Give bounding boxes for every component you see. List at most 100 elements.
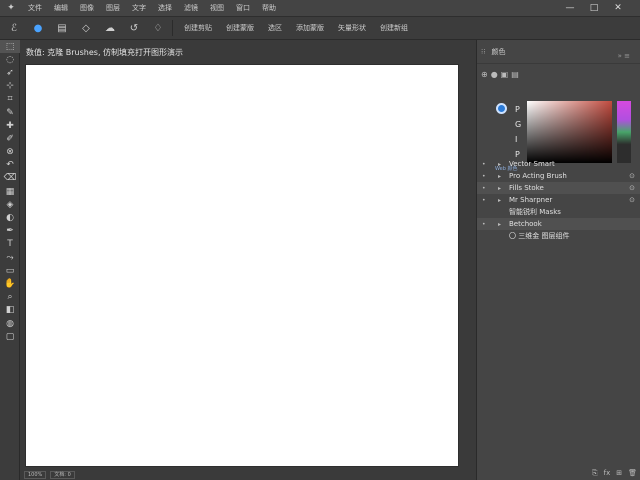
new-layer-icon[interactable]: ⊞ — [616, 469, 622, 477]
options-button[interactable]: 添加蒙版 — [291, 19, 329, 37]
expand-icon[interactable]: ▸ — [498, 197, 501, 204]
brush-icon[interactable]: ● — [28, 19, 48, 37]
magic-wand-icon[interactable]: ⊹ — [0, 80, 20, 93]
layer-name: 智能锐利 Masks — [509, 208, 561, 216]
expand-icon[interactable]: ▸ — [498, 173, 501, 180]
document-info-bar: 数值: 克隆 Brushes, 仿制填充打开图形演示 — [20, 40, 472, 64]
tools-panel: ⬚ ◌ ➶ ⊹ ⌗ ✎ ✚ ✐ ⊗ ↶ ⌫ ▦ ◈ ◐ ✒ T ⤳ ▭ ✋ ⌕ ◧ ◍ ▢ — [0, 40, 20, 480]
healing-icon[interactable]: ✚ — [0, 119, 20, 132]
layer-name: 〇 三维金 图层组件 — [509, 232, 570, 240]
hue-slider[interactable] — [617, 101, 631, 163]
lasso-icon[interactable]: ➶ — [0, 66, 20, 79]
lock-icon[interactable]: ⊙ — [629, 196, 635, 204]
mask-icon[interactable]: ◍ — [0, 317, 20, 330]
fx-icon[interactable]: fx — [604, 469, 611, 477]
visibility-icon[interactable]: • — [482, 197, 486, 204]
options-button[interactable]: 矢量形状 — [333, 19, 371, 37]
panel-grip-icon[interactable]: ⁝⁝ — [481, 48, 485, 56]
blur-icon[interactable]: ◈ — [0, 198, 20, 211]
options-button[interactable]: 选区 — [263, 19, 287, 37]
document-canvas[interactable] — [26, 65, 458, 466]
right-panel: ⁝⁝ 颜色 » ≡ ⊕●▣▤ P G I P Web 颜色 • ▸ Vector S… — [476, 40, 640, 480]
path-icon[interactable]: ⤳ — [0, 251, 20, 264]
expand-icon[interactable]: ▸ — [498, 221, 501, 228]
zoom-icon[interactable]: ⌕ — [0, 291, 20, 304]
layer-row[interactable]: • ▸ Mr Sharpner ⊙ — [477, 194, 640, 206]
menu-item[interactable]: 图层 — [100, 3, 126, 13]
color-channels: P G I P — [515, 102, 521, 162]
options-button[interactable]: 创建蒙版 — [221, 19, 259, 37]
app-logo-icon[interactable]: ✦ — [0, 0, 22, 16]
move-icon[interactable]: ⬚ — [0, 40, 20, 54]
color-panel-title[interactable]: 颜色 — [491, 47, 505, 57]
menu-item[interactable]: 文字 — [126, 3, 152, 13]
expand-icon[interactable]: ▸ — [498, 161, 501, 168]
screen-icon[interactable]: ▢ — [0, 330, 20, 343]
hand-icon[interactable]: ✋ — [0, 277, 20, 290]
visibility-icon[interactable]: • — [482, 185, 486, 192]
trash-icon[interactable]: 🗑 — [628, 469, 637, 477]
eraser-icon[interactable]: ⌫ — [0, 172, 20, 185]
cloud-icon[interactable]: ☁ — [100, 19, 120, 37]
menu-item[interactable]: 文件 — [22, 3, 48, 13]
expand-icon[interactable]: ▸ — [498, 185, 501, 192]
lock-icon[interactable]: ⊙ — [629, 172, 635, 180]
color-picker-field[interactable] — [527, 101, 612, 163]
color-mode-icons[interactable]: ⊕●▣▤ — [481, 70, 522, 79]
layer-name: Betchook — [509, 220, 542, 228]
foreground-color-chip[interactable] — [496, 103, 507, 114]
rotate-icon[interactable]: ↺ — [124, 19, 144, 37]
layers-list: • ▸ Vector Smart • ▸ Pro Acting Brush ⊙ • ▸ Fills… — [477, 158, 640, 242]
options-button[interactable]: 创建新组 — [375, 19, 413, 37]
menu-item[interactable]: 视图 — [204, 3, 230, 13]
shape-icon[interactable]: ▭ — [0, 264, 20, 277]
menu-item[interactable]: 编辑 — [48, 3, 74, 13]
layer-row[interactable]: • ▸ Vector Smart — [477, 158, 640, 170]
pen-icon[interactable]: ✒ — [0, 225, 20, 238]
channel-label: G — [515, 120, 522, 129]
tag-icon[interactable]: ◇ — [76, 19, 96, 37]
visibility-icon[interactable]: • — [482, 173, 486, 180]
eyedropper-icon[interactable]: ✎ — [0, 106, 20, 119]
minimize-button[interactable]: — — [560, 0, 580, 16]
marquee-icon[interactable]: ◌ — [0, 53, 20, 66]
channel-label: P — [515, 105, 520, 114]
color-section: ⊕●▣▤ P G I P Web 颜色 — [477, 64, 640, 172]
app-window: ✦ 文件 编辑 图像 图层 文字 选择 滤镜 视图 窗口 帮助 — □ ✕ ℰ ● ▤ ◇ ☁ ↺ ♢ 创建剪… — [0, 0, 640, 480]
lasso-icon[interactable]: ℰ — [4, 19, 24, 37]
crop-icon[interactable]: ⌗ — [0, 93, 20, 106]
layer-row[interactable]: • ▸ Betchook — [477, 218, 640, 230]
clone-icon[interactable]: ⊗ — [0, 146, 20, 159]
menu-bar: ✦ 文件 编辑 图像 图层 文字 选择 滤镜 视图 窗口 帮助 — □ ✕ — [0, 0, 640, 16]
layer-row[interactable]: 智能锐利 Masks — [477, 206, 640, 218]
maximize-button[interactable]: □ — [584, 0, 604, 16]
lock-icon[interactable]: ⊙ — [629, 184, 635, 192]
brush-icon[interactable]: ✐ — [0, 132, 20, 145]
document-info-text: 数值: 克隆 Brushes, 仿制填充打开图形演示 — [26, 47, 184, 57]
collapse-icon[interactable]: » ≡ — [618, 52, 630, 60]
menu-item[interactable]: 窗口 — [230, 3, 256, 13]
color-icon[interactable]: ◧ — [0, 304, 20, 317]
close-button[interactable]: ✕ — [608, 0, 628, 16]
menu-item[interactable]: 滤镜 — [178, 3, 204, 13]
visibility-icon[interactable]: • — [482, 221, 486, 228]
gradient-icon[interactable]: ▦ — [0, 185, 20, 198]
layer-row[interactable]: 〇 三维金 图层组件 — [477, 230, 640, 242]
dodge-icon[interactable]: ◐ — [0, 211, 20, 224]
layer-icon[interactable]: ▤ — [52, 19, 72, 37]
layer-name: Pro Acting Brush — [509, 172, 567, 180]
menu-item[interactable]: 选择 — [152, 3, 178, 13]
visibility-icon[interactable]: • — [482, 161, 486, 168]
channel-label: I — [515, 135, 518, 144]
history-icon[interactable]: ↶ — [0, 159, 20, 172]
text-icon[interactable]: T — [0, 238, 20, 251]
layer-row[interactable]: • ▸ Fills Stoke ⊙ — [477, 182, 640, 194]
layer-row[interactable]: • ▸ Pro Acting Brush ⊙ — [477, 170, 640, 182]
link-icon[interactable]: ⎘ — [592, 469, 598, 478]
menu-item[interactable]: 帮助 — [256, 3, 282, 13]
options-button[interactable]: 创建剪贴 — [179, 19, 217, 37]
menu-item[interactable]: 图像 — [74, 3, 100, 13]
zoom-level[interactable]: 100% — [24, 471, 47, 479]
bucket-icon[interactable]: ♢ — [148, 19, 168, 37]
options-bar: ℰ ● ▤ ◇ ☁ ↺ ♢ 创建剪贴 创建蒙版 选区 添加蒙版 矢量形状 创建新组 — [0, 16, 640, 40]
